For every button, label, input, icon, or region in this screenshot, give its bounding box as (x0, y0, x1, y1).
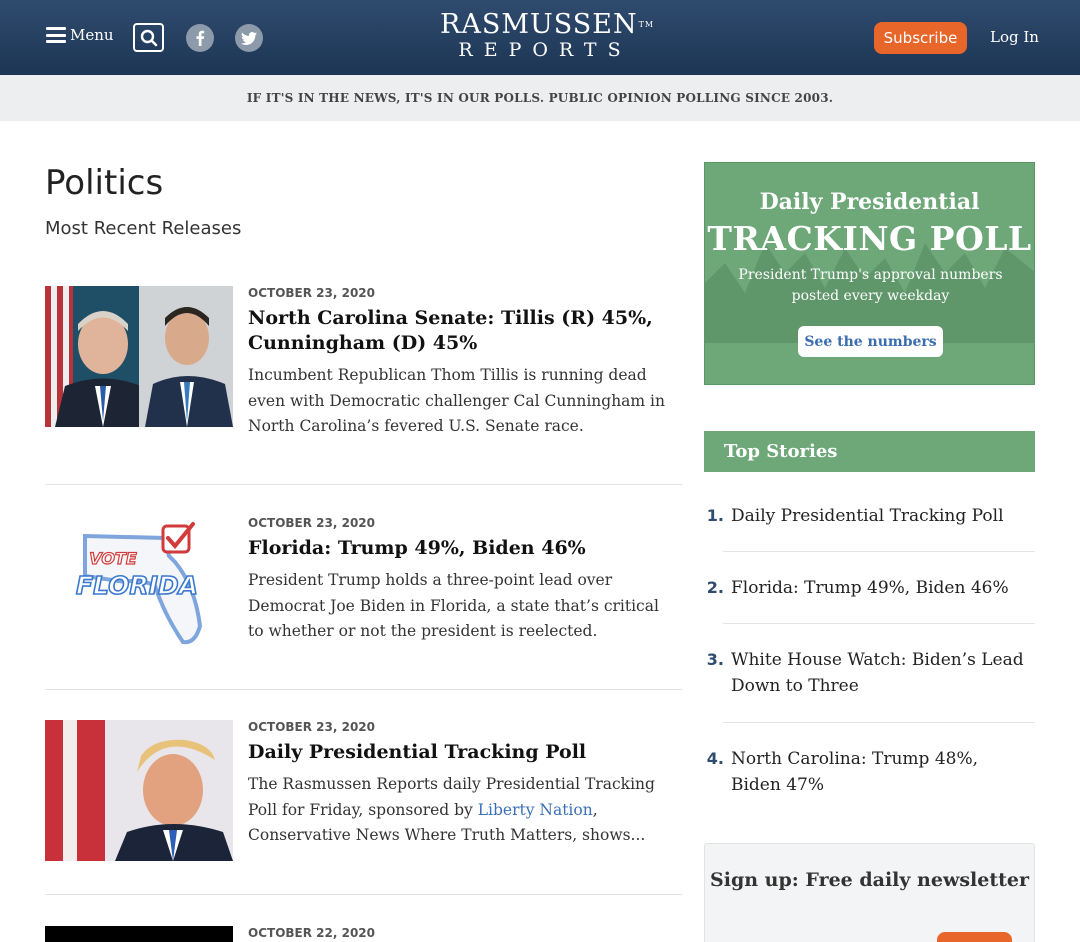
top-stories-heading: Top Stories (704, 431, 1035, 472)
article-date: OCTOBER 23, 2020 (248, 286, 375, 300)
search-button[interactable] (133, 23, 164, 52)
top-story-link[interactable]: Daily Presidential Tracking Poll (731, 503, 1031, 529)
article-headline[interactable]: Daily Presidential Tracking Poll (248, 740, 668, 765)
article-date: OCTOBER 22, 2020 (248, 926, 375, 940)
logo-line-2: REPORTS (458, 39, 632, 61)
top-story-number: 3. (706, 650, 724, 669)
signup-button[interactable] (937, 932, 1012, 942)
top-story-number: 2. (706, 578, 724, 597)
article-thumbnail[interactable] (45, 286, 233, 427)
newsletter-signup: Sign up: Free daily newsletter (704, 843, 1035, 942)
article-headline[interactable]: North Carolina Senate: Tillis (R) 45%, C… (248, 306, 668, 356)
section-subtitle: Most Recent Releases (45, 218, 242, 239)
logo-trademark: TM (638, 20, 655, 29)
menu-button[interactable]: Menu (46, 26, 114, 44)
page-title: Politics (45, 163, 164, 203)
promo-line-3: President Trump's approval numbers poste… (738, 267, 1003, 304)
twitter-icon (241, 31, 257, 45)
article-date: OCTOBER 23, 2020 (248, 516, 375, 530)
article-summary: Incumbent Republican Thom Tillis is runn… (248, 366, 665, 435)
promo-line-1: Daily Presidential (759, 189, 980, 215)
twitter-link[interactable] (235, 24, 263, 52)
article-divider (45, 689, 682, 690)
article-summary: President Trump holds a three-point lead… (248, 571, 659, 640)
menu-label: Menu (70, 26, 114, 44)
article-headline[interactable]: Florida: Trump 49%, Biden 46% (248, 536, 668, 561)
facebook-icon (196, 30, 205, 46)
article-item[interactable]: OCTOBER 23, 2020 North Carolina Senate: … (45, 286, 682, 446)
liberty-nation-link[interactable]: Liberty Nation (478, 801, 593, 819)
top-story-link[interactable]: Florida: Trump 49%, Biden 46% (731, 575, 1031, 601)
search-icon (140, 29, 158, 47)
top-story-number: 1. (706, 506, 724, 525)
logo-line-1: RASMUSSEN (440, 9, 638, 40)
article-item[interactable]: VOTE FLORIDA OCTOBER 23, 2020 Florida: T… (45, 516, 682, 657)
tagline-bar: IF IT'S IN THE NEWS, IT'S IN OUR POLLS. … (0, 75, 1080, 121)
subscribe-button[interactable]: Subscribe (874, 22, 967, 54)
promo-line-2: TRACKING POLL (707, 219, 1032, 258)
site-header: Menu RASMUSSENTM REPORTS Subscribe Log I… (0, 0, 1080, 75)
vote-florida-text-2: FLORIDA (76, 571, 198, 600)
tracking-poll-promo[interactable]: Daily Presidential TRACKING POLL Preside… (704, 162, 1035, 385)
login-link[interactable]: Log In (990, 28, 1039, 46)
article-summary: The Rasmussen Reports daily Presidential… (248, 772, 678, 849)
article-thumbnail[interactable]: VOTE FLORIDA (45, 516, 233, 657)
article-item[interactable]: OCTOBER 23, 2020 Daily Presidential Trac… (45, 720, 682, 861)
vote-florida-text-1: VOTE (89, 549, 137, 568)
top-story-divider (723, 551, 1035, 552)
article-divider (45, 484, 682, 485)
top-story-number: 4. (706, 749, 724, 768)
facebook-link[interactable] (186, 24, 214, 52)
top-story-divider (723, 722, 1035, 723)
menu-icon (46, 27, 66, 43)
signup-title: Sign up: Free daily newsletter (710, 869, 1029, 891)
top-story-link[interactable]: North Carolina: Trump 48%, Biden 47% (731, 746, 1031, 798)
article-thumbnail[interactable] (45, 720, 233, 861)
site-logo[interactable]: RASMUSSENTM REPORTS (440, 9, 653, 61)
article-thumbnail[interactable] (45, 926, 233, 942)
top-story-divider (723, 623, 1035, 624)
article-date: OCTOBER 23, 2020 (248, 720, 375, 734)
see-the-numbers-button[interactable]: See the numbers (798, 326, 943, 357)
top-story-link[interactable]: White House Watch: Biden’s Lead Down to … (731, 647, 1031, 699)
article-item[interactable]: OCTOBER 22, 2020 (45, 926, 682, 942)
tagline-text: IF IT'S IN THE NEWS, IT'S IN OUR POLLS. … (246, 91, 834, 105)
article-divider (45, 894, 682, 895)
